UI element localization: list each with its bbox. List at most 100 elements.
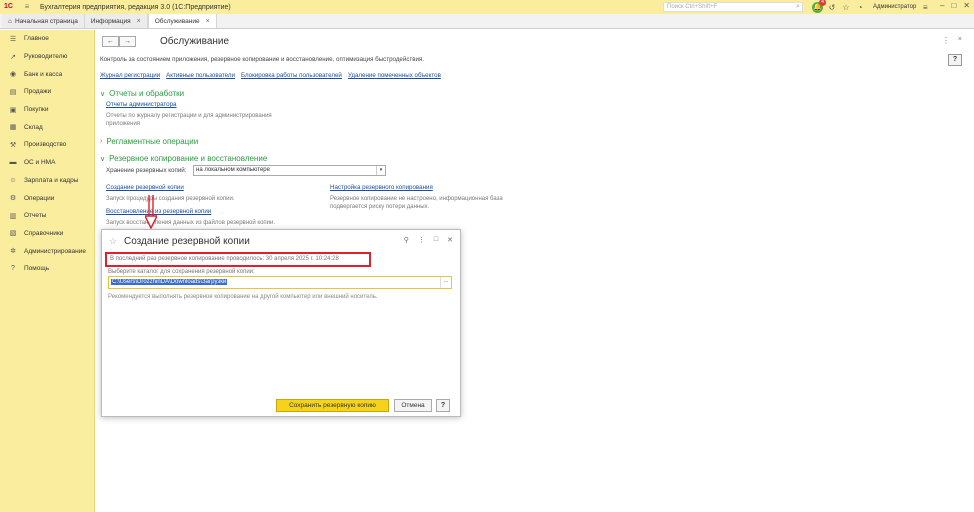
close-icon[interactable]: × <box>206 18 210 25</box>
sidebar-item-salary[interactable]: ☺ Зарплата и кадры <box>0 172 94 190</box>
storage-select[interactable]: на локальном компьютере ▾ <box>193 165 386 176</box>
tab-label: Начальная страница <box>14 17 78 25</box>
folder-label: Выберите каталог для сохранения резервно… <box>108 269 255 275</box>
sidebar-item-production[interactable]: ⚒ Производство <box>0 136 94 154</box>
car-icon: ▬ <box>9 159 17 167</box>
bell-outline-icon[interactable]: ◔ <box>855 3 865 12</box>
sidebar-item-label: Главное <box>24 35 49 43</box>
sidebar-item-label: Банк и касса <box>24 70 63 78</box>
link-delete-marked[interactable]: Удаление помеченных объектов <box>348 72 441 79</box>
sidebar-item-label: Зарплата и кадры <box>24 176 79 184</box>
last-backup-info: В последний раз резервное копирование пр… <box>105 252 371 267</box>
annotation-arrow <box>145 195 157 229</box>
admin-reports-desc: Отчеты по журналу регистрации и для адми… <box>106 113 272 127</box>
section-title: Отчеты и обработки <box>109 89 185 98</box>
close-icon[interactable]: × <box>958 36 962 43</box>
help-button[interactable]: ? <box>948 54 962 66</box>
notification-badge: 4 <box>819 0 826 6</box>
link-event-log[interactable]: Журнал регистрации <box>100 72 160 79</box>
storage-value: на локальном компьютере <box>196 167 270 173</box>
more-icon[interactable]: ⋮ <box>942 36 950 45</box>
forward-button[interactable]: → <box>119 36 136 47</box>
history-icon[interactable]: ↺ <box>827 3 837 12</box>
more-icon[interactable]: ⋮ <box>418 236 425 244</box>
sidebar-item-label: Справочники <box>24 229 64 237</box>
sidebar-item-label: Операции <box>24 194 55 202</box>
dialog-title: Создание резервной копии <box>124 236 250 247</box>
sidebar-item-label: Покупки <box>24 106 49 114</box>
link-backup-settings[interactable]: Настройка резервного копирования <box>330 184 433 191</box>
tab-maintenance[interactable]: Обслуживание × <box>147 14 217 28</box>
menu-icon[interactable]: ≡ <box>22 2 32 12</box>
backup-settings-desc: Резервное копирование не настроено, инфо… <box>330 196 503 210</box>
user-name[interactable]: Администратор <box>873 4 916 10</box>
section-backup[interactable]: ∨ Резервное копирование и восстановление <box>100 154 267 163</box>
search-input[interactable]: Поиск Ctrl+Shift+F ⌕ <box>663 2 803 12</box>
menu-icon: ☰ <box>9 35 17 43</box>
close-icon[interactable]: × <box>137 18 141 25</box>
save-backup-button[interactable]: Сохранить резервную копию <box>276 399 389 412</box>
close-icon[interactable]: ✕ <box>447 236 453 244</box>
folder-path-value: C:\Users\DrozzhinDA\Downloads\Загрузки <box>111 279 228 285</box>
operations-icon: ⚙ <box>9 195 17 203</box>
sidebar-item-label: Продажи <box>24 88 52 96</box>
factory-icon: ⚒ <box>9 141 17 149</box>
minimize-icon[interactable]: – <box>940 1 944 10</box>
tab-info[interactable]: Информация × <box>84 14 148 28</box>
help-icon: ? <box>11 265 15 273</box>
tab-home[interactable]: ⌂ Начальная страница <box>2 14 85 28</box>
sidebar-item-label: ОС и НМА <box>24 159 56 167</box>
section-routine[interactable]: › Регламентные операции <box>100 137 198 146</box>
link-icon[interactable]: ⚲ <box>404 236 409 244</box>
maximize-icon[interactable]: □ <box>951 1 956 10</box>
link-create-backup[interactable]: Создание резервной копии <box>106 184 184 191</box>
backup-dialog: ☆ Создание резервной копии ⚲ ⋮ □ ✕ В пос… <box>101 229 461 417</box>
section-title: Резервное копирование и восстановление <box>109 154 268 163</box>
close-icon[interactable]: ✕ <box>963 1 970 10</box>
create-backup-desc: Запуск процедуры создания резервной копи… <box>106 196 235 202</box>
browse-button[interactable]: ... <box>440 277 451 288</box>
page-title: Обслуживание <box>160 36 230 47</box>
link-block-users[interactable]: Блокировка работы пользователей <box>241 72 342 79</box>
search-placeholder: Поиск Ctrl+Shift+F <box>667 4 718 10</box>
star-icon[interactable]: ☆ <box>841 3 851 12</box>
sidebar-item-assets[interactable]: ▬ ОС и НМА <box>0 154 94 172</box>
sidebar-item-operations[interactable]: ⚙ Операции <box>0 189 94 207</box>
maximize-icon[interactable]: □ <box>434 236 438 244</box>
sidebar-item-warehouse[interactable]: ▦ Склад <box>0 118 94 136</box>
sidebar-item-help[interactable]: ? Помощь <box>0 260 94 278</box>
folder-path-input[interactable]: C:\Users\DrozzhinDA\Downloads\Загрузки .… <box>108 276 452 289</box>
back-button[interactable]: ← <box>102 36 119 47</box>
title-bar: 1С ≡ Бухгалтерия предприятия, редакция 3… <box>0 0 974 14</box>
link-admin-reports[interactable]: Отчеты администратора <box>106 101 177 108</box>
notifications-icon[interactable]: 🔔 4 <box>812 0 826 13</box>
sidebar-item-sales[interactable]: ▤ Продажи <box>0 83 94 101</box>
warehouse-icon: ▦ <box>9 124 17 132</box>
cancel-button[interactable]: Отмена <box>394 399 432 412</box>
dropdown-icon[interactable]: ▾ <box>376 166 385 175</box>
book-icon: ▧ <box>9 230 17 238</box>
chevron-right-icon: › <box>100 138 103 145</box>
tab-label: Информация <box>90 17 131 25</box>
link-restore-backup[interactable]: Восстановление из резервной копии <box>106 208 211 215</box>
people-icon: ☺ <box>9 176 17 184</box>
sidebar-item-bank[interactable]: ◉ Банк и касса <box>0 65 94 83</box>
backup-recommendation: Рекомендуется выполнять резервное копиро… <box>108 294 378 300</box>
settings-icon[interactable]: ≡ <box>920 3 930 12</box>
sidebar-item-label: Помощь <box>24 265 50 273</box>
search-icon[interactable]: ⌕ <box>796 3 800 11</box>
sidebar-item-administration[interactable]: ✲ Администрирование <box>0 242 94 260</box>
chevron-down-icon: ∨ <box>100 90 106 98</box>
sidebar-item-management[interactable]: ↗ Руководителю <box>0 48 94 66</box>
quick-links: Журнал регистрации Активные пользователи… <box>100 72 441 79</box>
help-button[interactable]: ? <box>436 399 450 412</box>
sidebar: ☰ Главное ↗ Руководителю ◉ Банк и касса ▤ Пр… <box>0 30 95 512</box>
section-reports[interactable]: ∨ Отчеты и обработки <box>100 89 184 98</box>
sidebar-item-main[interactable]: ☰ Главное <box>0 30 94 48</box>
link-active-users[interactable]: Активные пользователи <box>166 72 235 79</box>
sidebar-item-catalogs[interactable]: ▧ Справочники <box>0 225 94 243</box>
favorite-star-icon[interactable]: ☆ <box>109 236 117 247</box>
sidebar-item-purchases[interactable]: ▣ Покупки <box>0 101 94 119</box>
sidebar-item-reports[interactable]: ▥ Отчеты <box>0 207 94 225</box>
tab-label: Обслуживание <box>154 17 200 25</box>
